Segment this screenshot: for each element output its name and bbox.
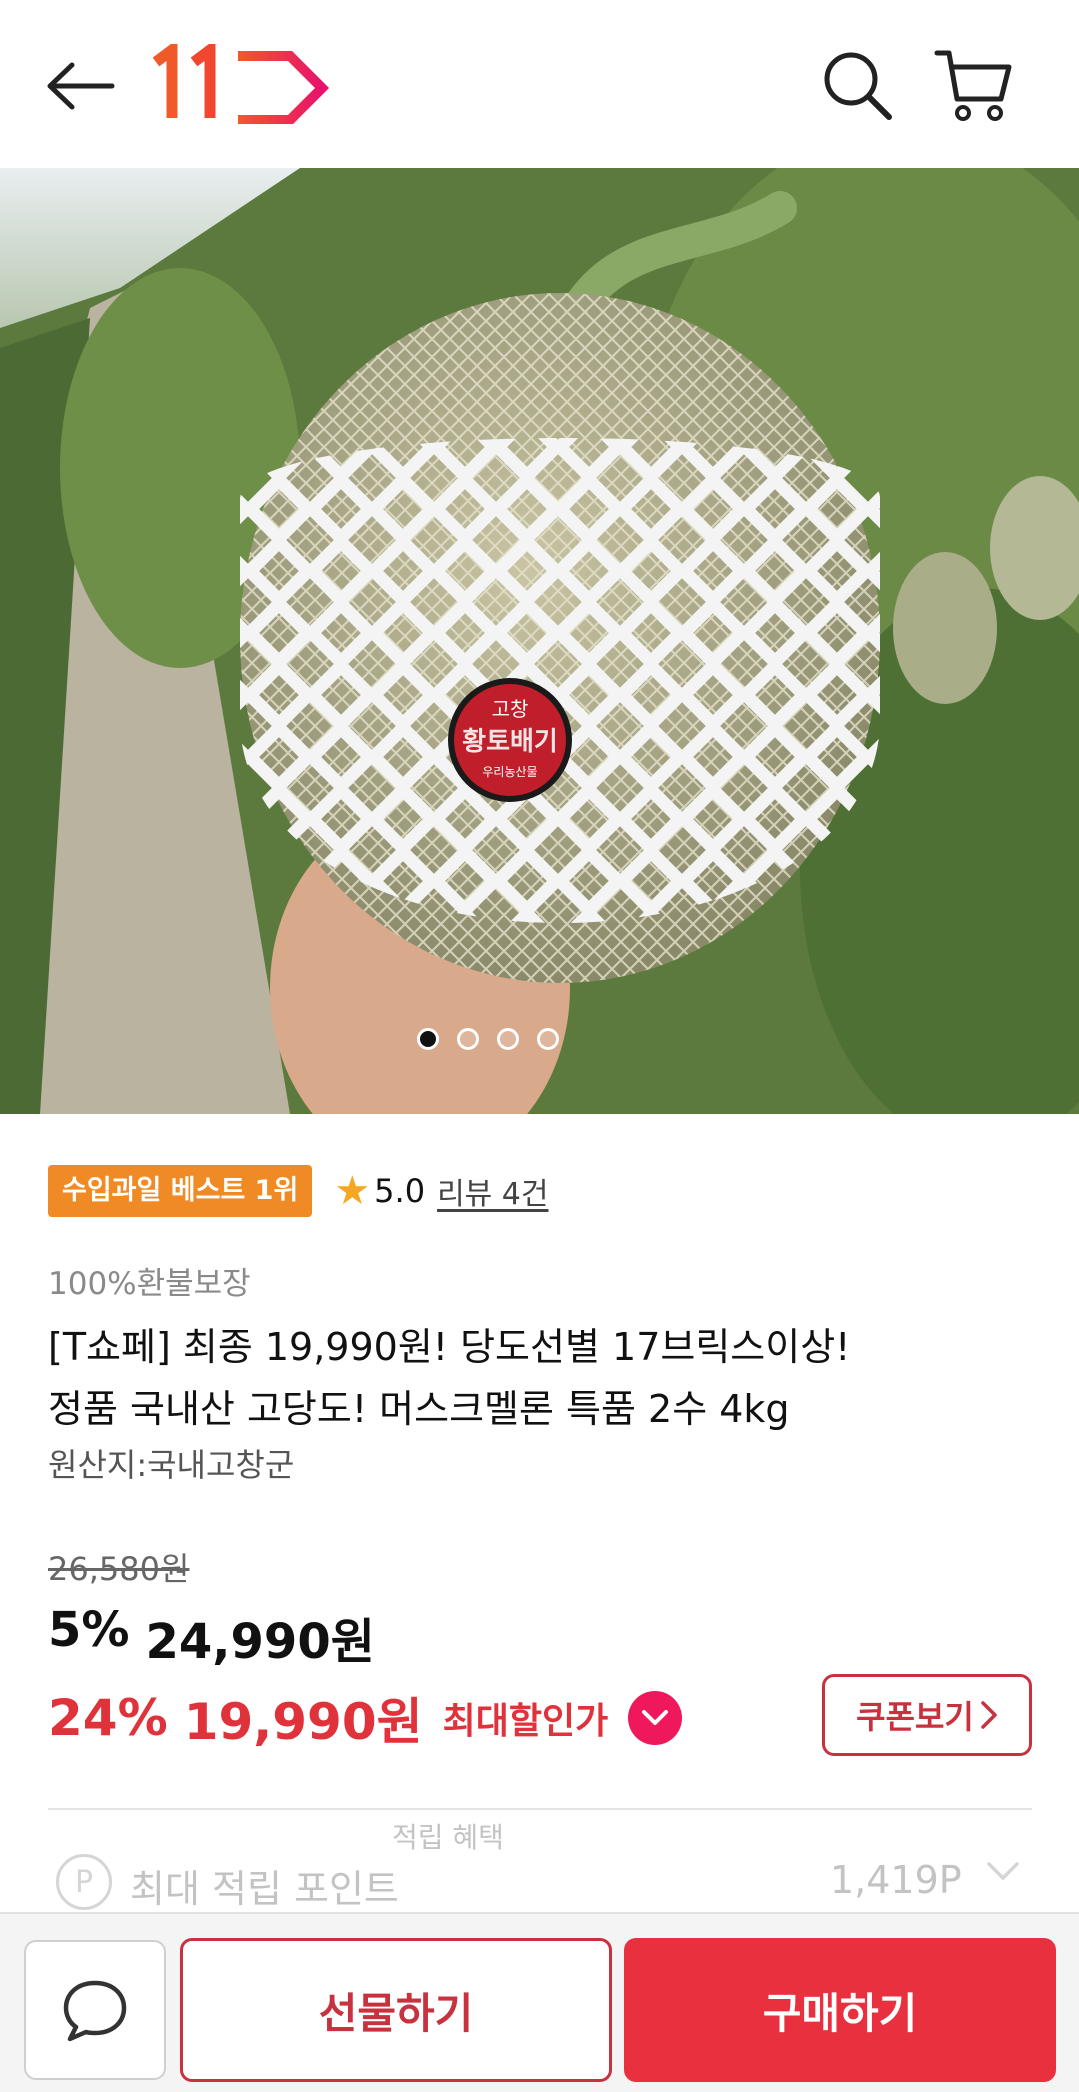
coupon-label: 쿠폰보기 <box>856 1698 974 1736</box>
points-label: 최대 적립 포인트 <box>130 1867 399 1911</box>
product-title: [T쇼페] 최종 19,990원! 당도선별 17브릭스이상! 정품 국내산 고… <box>48 1316 1038 1440</box>
carousel-dot[interactable] <box>416 1028 439 1050</box>
chat-bubble-icon <box>63 1980 127 2042</box>
arrow-left-icon <box>47 62 115 110</box>
back-button[interactable] <box>36 48 126 124</box>
original-price: 26,580원 <box>48 1550 190 1588</box>
label-main-text: 황토배기 <box>462 727 558 757</box>
review-link[interactable]: 리뷰 4건 <box>437 1169 548 1213</box>
chevron-down-icon[interactable] <box>628 1691 683 1745</box>
buy-button[interactable]: 구매하기 <box>624 1938 1056 2082</box>
max-discount-percent: 24% <box>48 1689 168 1747</box>
best-badge[interactable]: 수입과일 베스트 1위 <box>48 1165 313 1217</box>
carousel-dot[interactable] <box>496 1028 519 1050</box>
product-title-line-1: [T쇼페] 최종 19,990원! 당도선별 17브릭스이상! <box>48 1325 851 1369</box>
product-title-line-2: 정품 국내산 고당도! 머스크멜론 특품 2수 4kg <box>48 1387 790 1431</box>
sale-percent: 5% <box>48 1602 130 1658</box>
chevron-right-icon <box>981 1701 997 1729</box>
section-divider <box>48 1808 1032 1810</box>
rating-value: 5.0 <box>374 1172 426 1210</box>
star-icon: ★ <box>334 1168 371 1214</box>
carousel-dot[interactable] <box>456 1028 479 1050</box>
gift-button[interactable]: 선물하기 <box>180 1938 612 2082</box>
carousel-dot[interactable] <box>536 1028 559 1050</box>
product-image[interactable]: 고창 황토배기 우리농산물 <box>0 168 1079 1114</box>
max-discount-label: 최대할인가 <box>442 1701 609 1742</box>
app-header <box>0 0 1079 168</box>
product-info: 수입과일 베스트 1위 ★ 5.0 리뷰 4건 100%환불보장 [T쇼페] 최… <box>0 1114 1079 1814</box>
sale-price-line: 5% 24,990원 <box>48 1602 375 1672</box>
badge-row: 수입과일 베스트 1위 ★ 5.0 리뷰 4건 <box>48 1164 549 1218</box>
max-discount-price: 19,990원 <box>183 1693 423 1751</box>
chat-button[interactable] <box>24 1940 166 2080</box>
brand-logo[interactable] <box>150 39 330 125</box>
chevron-down-icon[interactable] <box>986 1860 1020 1884</box>
search-button[interactable] <box>816 44 898 126</box>
points-icon: P <box>56 1854 112 1910</box>
coupon-button[interactable]: 쿠폰보기 <box>822 1674 1032 1756</box>
cart-icon <box>934 50 1012 121</box>
label-bottom-text: 우리농산물 <box>482 765 537 779</box>
carousel-indicator <box>0 1028 1027 1058</box>
guarantee-text: 100%환불보장 <box>48 1266 251 1302</box>
label-top-text: 고창 <box>492 697 529 721</box>
points-value: 1,419P <box>830 1858 962 1902</box>
points-peek-text: 적립 혜택 <box>392 1821 504 1854</box>
sale-price: 24,990원 <box>145 1614 375 1670</box>
bottom-action-bar: 선물하기 구매하기 <box>0 1912 1079 2092</box>
search-icon <box>824 52 892 120</box>
points-row[interactable]: 적립 혜택 P 최대 적립 포인트 1,419P <box>0 1816 1079 1912</box>
cart-button[interactable] <box>928 42 1018 128</box>
max-discount-line[interactable]: 24% 19,990원 최대할인가 <box>48 1682 683 1754</box>
origin-text: 원산지:국내고창군 <box>48 1446 295 1484</box>
